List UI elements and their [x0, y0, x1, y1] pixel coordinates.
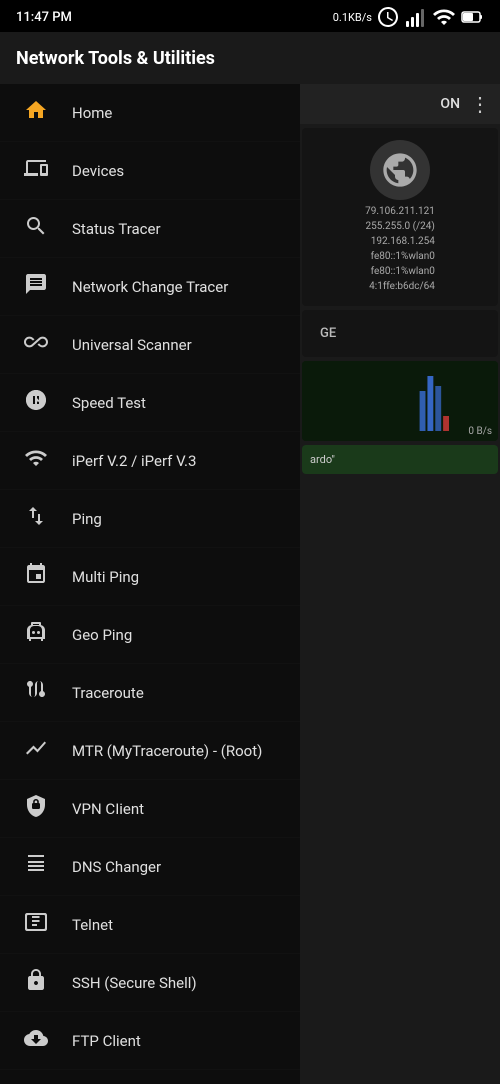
sidebar-item-geo-ping-label: Geo Ping [72, 626, 132, 644]
gateway: 192.168.1.254 [365, 234, 435, 249]
sidebar-item-universal-scanner[interactable]: Universal Scanner [0, 316, 300, 374]
network-change-tracer-icon [20, 272, 52, 301]
home-icon [20, 98, 52, 127]
sidebar-item-home[interactable]: Home [0, 84, 300, 142]
signal-icon [404, 5, 428, 29]
sidebar-item-traceroute-label: Traceroute [72, 684, 144, 702]
sidebar-item-iperf-label: iPerf V.2 / iPerf V.3 [72, 452, 196, 470]
sidebar-item-network-change-tracer[interactable]: Network Change Tracer [0, 258, 300, 316]
ip-info: 79.106.211.121 255.255.0 (/24) 192.168.1… [365, 204, 435, 294]
sidebar-item-dns-changer[interactable]: DNS Changer [0, 838, 300, 896]
alarm-icon [376, 5, 400, 29]
mtr-icon [20, 736, 52, 765]
sidebar-item-telnet-label: Telnet [72, 916, 113, 934]
sidebar-item-devices[interactable]: Devices [0, 142, 300, 200]
geo-ping-icon [20, 620, 52, 649]
devices-icon [20, 156, 52, 185]
chart-section: 0 B/s [302, 361, 498, 441]
speed-test-icon [20, 388, 52, 417]
sidebar-item-home-label: Home [72, 104, 112, 122]
sidebar-item-universal-scanner-label: Universal Scanner [72, 336, 192, 354]
sidebar-item-status-tracer-label: Status Tracer [72, 220, 161, 238]
sidebar-item-vpn-client-label: VPN CIient [72, 800, 144, 818]
multi-ping-icon [20, 562, 52, 591]
universal-scanner-icon [20, 330, 52, 359]
sidebar-item-multi-ping-label: Multi Ping [72, 568, 139, 586]
sidebar-item-geo-ping[interactable]: Geo Ping [0, 606, 300, 664]
sidebar-item-ping[interactable]: Ping [0, 490, 300, 548]
status-tracer-icon [20, 214, 52, 243]
traceroute-icon [20, 678, 52, 707]
sidebar-item-mtr[interactable]: MTR (MyTraceroute) - (Root) [0, 722, 300, 780]
ge-section: GE [302, 310, 498, 357]
ipv6-3: 4:1ffe:b6dc/64 [365, 279, 435, 294]
content-panel: ON ⋮ 79.106.211.121 255.255.0 (/24) 192.… [300, 84, 500, 1084]
sidebar-item-dns-changer-label: DNS Changer [72, 858, 161, 876]
sidebar-item-speed-test[interactable]: Speed Test [0, 374, 300, 432]
chart-speed-label: 0 B/s [468, 426, 492, 437]
app-title: Network Tools & Utilities [16, 48, 215, 69]
sidebar-item-mtr-label: MTR (MyTraceroute) - (Root) [72, 742, 262, 760]
ge-label: GE [312, 320, 488, 347]
sidebar-item-iperf[interactable]: iPerf V.2 / iPerf V.3 [0, 432, 300, 490]
network-speed: 0.1KB/s [333, 11, 372, 24]
iperf-icon [20, 446, 52, 475]
subnet-info: 255.255.0 (/24) [365, 219, 435, 234]
ip-address: 79.106.211.121 [365, 204, 435, 219]
ping-icon [20, 504, 52, 533]
sidebar-item-telnet[interactable]: Telnet [0, 896, 300, 954]
sidebar-item-speed-test-label: Speed Test [72, 394, 146, 412]
app-header: Network Tools & Utilities [0, 32, 500, 84]
vpn-client-icon [20, 794, 52, 823]
ipv6-1: fe80::1%wlan0 [365, 249, 435, 264]
sidebar-item-ftp-client-label: FTP Client [72, 1032, 141, 1050]
sidebar-item-network-change-tracer-label: Network Change Tracer [72, 278, 228, 296]
caption-text: ardo" [310, 453, 490, 466]
sidebar-item-multi-ping[interactable]: Multi Ping [0, 548, 300, 606]
telnet-icon [20, 910, 52, 939]
sidebar-item-ftp-client[interactable]: FTP Client [0, 1012, 300, 1070]
sidebar-item-ssh[interactable]: SSH (Secure Shell) [0, 954, 300, 1012]
ssh-icon [20, 968, 52, 997]
status-bar: 11:47 PM 0.1KB/s [0, 0, 500, 32]
status-right: 0.1KB/s [333, 5, 484, 29]
more-options-icon[interactable]: ⋮ [470, 92, 490, 116]
content-topbar: ON ⋮ [300, 84, 500, 124]
sidebar-item-traceroute[interactable]: Traceroute [0, 664, 300, 722]
sidebar-item-devices-label: Devices [72, 162, 124, 180]
wifi-icon [432, 5, 456, 29]
sidebar-item-vpn-client[interactable]: VPN CIient [0, 780, 300, 838]
on-label: ON [440, 96, 460, 112]
sidebar-item-ssh-label: SSH (Secure Shell) [72, 974, 197, 992]
sidebar-item-ping-label: Ping [72, 510, 102, 528]
network-info-section: 79.106.211.121 255.255.0 (/24) 192.168.1… [302, 128, 498, 306]
sidebar-item-status-tracer[interactable]: Status Tracer [0, 200, 300, 258]
ftp-client-icon [20, 1026, 52, 1055]
caption-section: ardo" [302, 445, 498, 474]
battery-icon [460, 5, 484, 29]
status-time: 11:47 PM [16, 10, 72, 25]
navigation-drawer: Home Devices Status Tracer [0, 84, 300, 1084]
globe-icon [370, 140, 430, 200]
main-layout: Home Devices Status Tracer [0, 84, 500, 1084]
ipv6-2: fe80::1%wlan0 [365, 264, 435, 279]
dns-changer-icon [20, 852, 52, 881]
